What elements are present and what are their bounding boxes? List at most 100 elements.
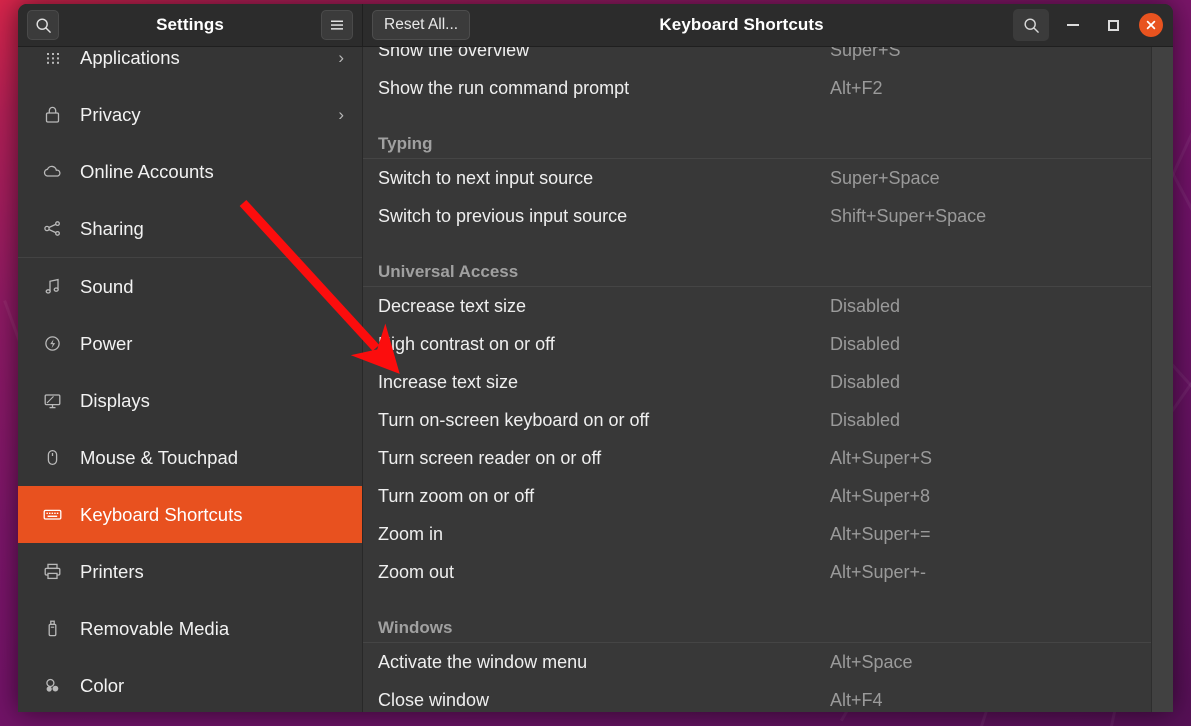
sidebar-item-applications[interactable]: Applications ›	[18, 47, 362, 86]
sidebar-search-button[interactable]	[27, 10, 59, 40]
sidebar-item-label: Mouse & Touchpad	[80, 446, 239, 468]
panel-header: Reset All... Keyboard Shortcuts	[363, 4, 1173, 46]
search-icon	[35, 17, 51, 33]
shortcut-row[interactable]: Switch to previous input source Shift+Sup…	[363, 197, 1151, 235]
chevron-right-icon: ›	[338, 47, 344, 67]
settings-window: Settings Reset All... Keyboard Shortcuts	[18, 4, 1173, 712]
maximize-icon	[1107, 19, 1119, 31]
music-note-icon	[45, 278, 59, 294]
shortcut-row[interactable]: Turn zoom on or off Alt+Super+8	[363, 477, 1151, 515]
sidebar-item-privacy[interactable]: Privacy ›	[18, 86, 362, 143]
close-icon	[1146, 20, 1156, 30]
sidebar-item-online-accounts[interactable]: Online Accounts	[18, 143, 362, 200]
sidebar-item-sound[interactable]: Sound	[18, 258, 362, 315]
sidebar-header: Settings	[18, 4, 363, 46]
search-icon	[1023, 17, 1039, 33]
shortcut-row[interactable]: Increase text size Disabled	[363, 363, 1151, 401]
shortcut-name: Turn zoom on or off	[378, 485, 535, 506]
shortcut-name: Close window	[378, 689, 490, 710]
shortcut-accelerator: Alt+Super+8	[830, 485, 931, 506]
shortcut-name: Zoom in	[378, 523, 444, 544]
shortcuts-scroll-area[interactable]: Show the overview Super+S Show the run com…	[363, 47, 1151, 712]
shortcut-name: Show the overview	[378, 47, 530, 60]
reset-all-button[interactable]: Reset All...	[372, 10, 471, 40]
shortcut-name: Switch to next input source	[378, 167, 594, 188]
maximize-button[interactable]	[1099, 11, 1127, 39]
mouse-icon	[47, 449, 57, 466]
sidebar-item-label: Online Accounts	[80, 160, 214, 182]
minimize-icon	[1067, 24, 1079, 26]
panel-search-button[interactable]	[1013, 9, 1049, 41]
shortcut-name: Switch to previous input source	[378, 205, 628, 226]
close-button[interactable]	[1139, 13, 1163, 37]
sidebar-item-printers[interactable]: Printers	[18, 543, 362, 600]
sidebar-item-label: Power	[80, 332, 133, 354]
shortcut-row[interactable]: Turn screen reader on or off Alt+Super+S	[363, 439, 1151, 477]
sidebar-item-label: Sharing	[80, 217, 144, 239]
window-titlebar: Settings Reset All... Keyboard Shortcuts	[18, 4, 1173, 47]
share-nodes-icon	[39, 218, 65, 239]
sidebar-item-label: Keyboard Shortcuts	[80, 503, 243, 525]
cloud-icon	[39, 161, 65, 182]
shortcut-name: Show the run command prompt	[378, 77, 630, 98]
sidebar-item-sharing[interactable]: Sharing	[18, 200, 362, 257]
sidebar-item-displays[interactable]: Displays	[18, 372, 362, 429]
shortcut-row[interactable]: Switch to next input source Super+Space	[363, 159, 1151, 197]
shortcut-accelerator: Disabled	[830, 295, 901, 316]
panel-title: Keyboard Shortcuts	[659, 15, 824, 34]
keyboard-icon	[43, 509, 61, 520]
grid-dots-icon	[46, 53, 59, 64]
monitor-icon	[44, 394, 60, 409]
section-header: Typing	[363, 107, 1151, 159]
sidebar-item-power[interactable]: Power	[18, 315, 362, 372]
chevron-right-icon: ›	[338, 104, 344, 124]
shortcut-accelerator: Disabled	[830, 409, 901, 430]
shortcut-row[interactable]: Zoom in Alt+Super+=	[363, 515, 1151, 553]
sidebar-item-label: Applications	[80, 47, 180, 68]
shortcut-row[interactable]: Show the overview Super+S	[363, 47, 1151, 69]
shortcut-name: Increase text size	[378, 371, 519, 392]
shortcuts-list: Show the overview Super+S Show the run com…	[363, 47, 1151, 712]
shortcut-accelerator: Alt+Super+-	[830, 561, 927, 582]
section-header: Windows	[363, 591, 1151, 643]
shortcut-name: Turn screen reader on or off	[378, 447, 602, 468]
shortcut-row[interactable]: Close window Alt+F4	[363, 681, 1151, 712]
window-body: Applications › Privacy › Online Accounts Sh…	[18, 47, 1173, 712]
section-header: Universal Access	[363, 235, 1151, 287]
shortcut-accelerator: Alt+F2	[830, 77, 883, 98]
shortcut-row[interactable]: Zoom out Alt+Super+-	[363, 553, 1151, 591]
minimize-button[interactable]	[1059, 11, 1087, 39]
shortcut-row[interactable]: Turn on-screen keyboard on or off Disable…	[363, 401, 1151, 439]
sidebar-item-color[interactable]: Color	[18, 657, 362, 712]
sidebar-item-removable-media[interactable]: Removable Media	[18, 600, 362, 657]
sidebar-item-label: Removable Media	[80, 617, 230, 639]
shortcut-accelerator: Alt+Super+=	[830, 523, 931, 544]
sidebar-item-mouse-touchpad[interactable]: Mouse & Touchpad	[18, 429, 362, 486]
sidebar-item-keyboard-shortcuts[interactable]: Keyboard Shortcuts	[18, 486, 362, 543]
shortcuts-panel: Show the overview Super+S Show the run com…	[363, 47, 1173, 712]
shortcut-row[interactable]: Decrease text size Disabled	[363, 287, 1151, 325]
shortcut-row[interactable]: Activate the window menu Alt+Space	[363, 643, 1151, 681]
mouse-icon	[39, 447, 65, 468]
shortcut-name: High contrast on or off	[378, 333, 555, 354]
menu-button[interactable]	[321, 10, 353, 40]
power-bolt-icon	[39, 333, 65, 354]
shortcut-accelerator: Alt+F4	[830, 689, 883, 710]
shortcut-accelerator: Disabled	[830, 371, 901, 392]
shortcut-row[interactable]: High contrast on or off Disabled	[363, 325, 1151, 363]
sidebar-item-label: Printers	[80, 560, 144, 582]
settings-sidebar[interactable]: Applications › Privacy › Online Accounts Sh…	[18, 47, 363, 712]
app-title: Settings	[156, 15, 224, 34]
monitor-icon	[39, 390, 65, 411]
lock-icon	[45, 106, 59, 123]
music-note-icon	[39, 276, 65, 297]
shortcut-name: Zoom out	[378, 561, 455, 582]
vertical-scrollbar[interactable]	[1151, 47, 1173, 712]
sidebar-item-label: Color	[80, 674, 125, 696]
sidebar-list: Applications › Privacy › Online Accounts Sh…	[18, 47, 362, 712]
keyboard-icon	[39, 504, 65, 525]
sidebar-item-label: Displays	[80, 389, 150, 411]
shortcut-row[interactable]: Show the run command prompt Alt+F2	[363, 69, 1151, 107]
usb-drive-icon	[39, 618, 65, 639]
share-nodes-icon	[43, 221, 60, 236]
